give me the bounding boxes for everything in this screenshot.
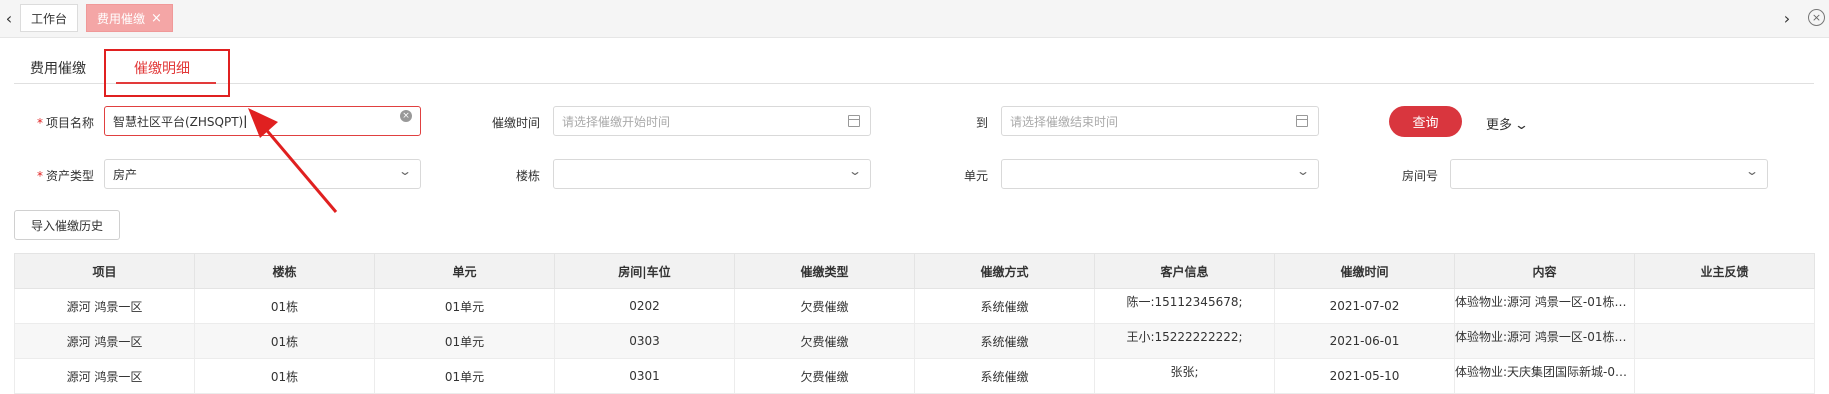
- tab-label: 工作台: [31, 11, 68, 26]
- table-header-row: 项目 楼栋 单元 房间|车位 催缴类型 催缴方式 客户信息 催缴时间 内容 业主…: [14, 253, 1815, 289]
- subtab-fee-reminder[interactable]: 费用催缴: [30, 58, 86, 78]
- cell-owner-feedback: [1634, 323, 1815, 359]
- reminder-detail-table: 项目 楼栋 单元 房间|车位 催缴类型 催缴方式 客户信息 催缴时间 内容 业主…: [14, 253, 1815, 394]
- column-header[interactable]: 催缴类型: [734, 253, 915, 289]
- cell-building: 01栋: [194, 288, 375, 324]
- cell-reminder-type: 欠费催缴: [734, 358, 915, 394]
- chevron-down-icon: ⌄: [397, 164, 413, 178]
- cell-owner-feedback: [1634, 288, 1815, 324]
- cell-content: 体验物业:源河 鸿景一区-01栋0…: [1454, 288, 1635, 324]
- column-header[interactable]: 项目: [14, 253, 195, 289]
- column-header[interactable]: 房间|车位: [554, 253, 735, 289]
- close-icon[interactable]: ×: [151, 11, 162, 26]
- column-header[interactable]: 楼栋: [194, 253, 375, 289]
- cell-reminder-type: 欠费催缴: [734, 288, 915, 324]
- sub-tab-bar: 费用催缴 催缴明细: [14, 46, 1814, 84]
- unit-select[interactable]: ⌄: [1001, 159, 1319, 189]
- cell-reminder-method: 系统催缴: [914, 358, 1095, 394]
- query-button[interactable]: 查询: [1389, 106, 1462, 137]
- column-header[interactable]: 客户信息: [1094, 253, 1275, 289]
- unit-label: 单元: [963, 169, 988, 183]
- column-header[interactable]: 单元: [374, 253, 555, 289]
- asset-type-label: * 资产类型: [36, 169, 94, 183]
- cell-customer-info: 张张;: [1094, 358, 1275, 394]
- cell-project: 源河 鸿景一区: [14, 288, 195, 324]
- cell-reminder-time: 2021-07-02: [1274, 288, 1455, 324]
- start-time-placeholder: 请选择催缴开始时间: [562, 114, 671, 129]
- cell-project: 源河 鸿景一区: [14, 323, 195, 359]
- calendar-icon: [1296, 115, 1308, 127]
- annotation-highlight-box: [104, 49, 230, 97]
- cell-content: 体验物业:天庆集团国际新城-01…: [1454, 358, 1635, 394]
- reminder-end-time-input[interactable]: 请选择催缴结束时间: [1001, 106, 1319, 136]
- chevron-down-icon: ⌄: [1744, 164, 1760, 178]
- tab-scroll-right-icon[interactable]: ›: [1778, 0, 1796, 36]
- cell-building: 01栋: [194, 358, 375, 394]
- top-tab-bar: ‹ 工作台 费用催缴 × › ×: [0, 0, 1829, 38]
- cell-reminder-time: 2021-06-01: [1274, 323, 1455, 359]
- cell-reminder-type: 欠费催缴: [734, 323, 915, 359]
- room-number-label: 房间号: [1401, 169, 1438, 183]
- cell-customer-info: 王小:15222222222;: [1094, 323, 1275, 359]
- import-history-button[interactable]: 导入催缴历史: [14, 210, 120, 240]
- project-name-value: 智慧社区平台(ZHSQPT): [113, 114, 244, 129]
- cell-unit: 01单元: [374, 288, 555, 324]
- tab-fee-reminder[interactable]: 费用催缴 ×: [86, 4, 173, 32]
- cell-room: 0303: [554, 323, 735, 359]
- to-label: 到: [975, 116, 988, 130]
- tab-workbench[interactable]: 工作台: [20, 4, 79, 32]
- cell-owner-feedback: [1634, 358, 1815, 394]
- table-row[interactable]: 源河 鸿景一区 01栋 01单元 0303 欠费催缴 系统催缴 王小:15222…: [14, 323, 1815, 359]
- cell-reminder-method: 系统催缴: [914, 323, 1095, 359]
- table-row[interactable]: 源河 鸿景一区 01栋 01单元 0202 欠费催缴 系统催缴 陈一:15112…: [14, 288, 1815, 324]
- cell-unit: 01单元: [374, 358, 555, 394]
- more-filters-link[interactable]: 更多 ⌄: [1486, 114, 1530, 133]
- chevron-down-icon: ⌄: [847, 164, 863, 178]
- cell-content: 体验物业:源河 鸿景一区-01栋0…: [1454, 323, 1635, 359]
- column-header[interactable]: 催缴时间: [1274, 253, 1455, 289]
- end-time-placeholder: 请选择催缴结束时间: [1010, 114, 1119, 129]
- annotation-arrow-icon: [248, 108, 338, 213]
- column-header[interactable]: 催缴方式: [914, 253, 1095, 289]
- column-header[interactable]: 内容: [1454, 253, 1635, 289]
- table-row[interactable]: 源河 鸿景一区 01栋 01单元 0301 欠费催缴 系统催缴 张张; 2021…: [14, 358, 1815, 394]
- asset-type-value: 房产: [113, 167, 138, 182]
- building-label: 楼栋: [515, 169, 540, 183]
- tab-label: 费用催缴: [97, 11, 146, 26]
- room-number-select[interactable]: ⌄: [1450, 159, 1768, 189]
- cell-room: 0301: [554, 358, 735, 394]
- project-name-label: * 项目名称: [36, 116, 94, 130]
- tab-scroll-left-icon[interactable]: ‹: [0, 0, 18, 36]
- cell-building: 01栋: [194, 323, 375, 359]
- column-header[interactable]: 业主反馈: [1634, 253, 1815, 289]
- chevron-down-icon: ⌄: [1513, 118, 1530, 133]
- cell-reminder-time: 2021-05-10: [1274, 358, 1455, 394]
- cell-unit: 01单元: [374, 323, 555, 359]
- calendar-icon: [848, 115, 860, 127]
- reminder-start-time-input[interactable]: 请选择催缴开始时间: [553, 106, 871, 136]
- close-all-tabs-icon[interactable]: ×: [1808, 9, 1825, 26]
- reminder-time-label: 催缴时间: [491, 116, 540, 130]
- clear-icon[interactable]: ×: [400, 110, 412, 122]
- cell-room: 0202: [554, 288, 735, 324]
- chevron-down-icon: ⌄: [1295, 164, 1311, 178]
- cell-project: 源河 鸿景一区: [14, 358, 195, 394]
- cell-reminder-method: 系统催缴: [914, 288, 1095, 324]
- building-select[interactable]: ⌄: [553, 159, 871, 189]
- cell-customer-info: 陈一:15112345678;: [1094, 288, 1275, 324]
- more-label: 更多: [1486, 118, 1513, 133]
